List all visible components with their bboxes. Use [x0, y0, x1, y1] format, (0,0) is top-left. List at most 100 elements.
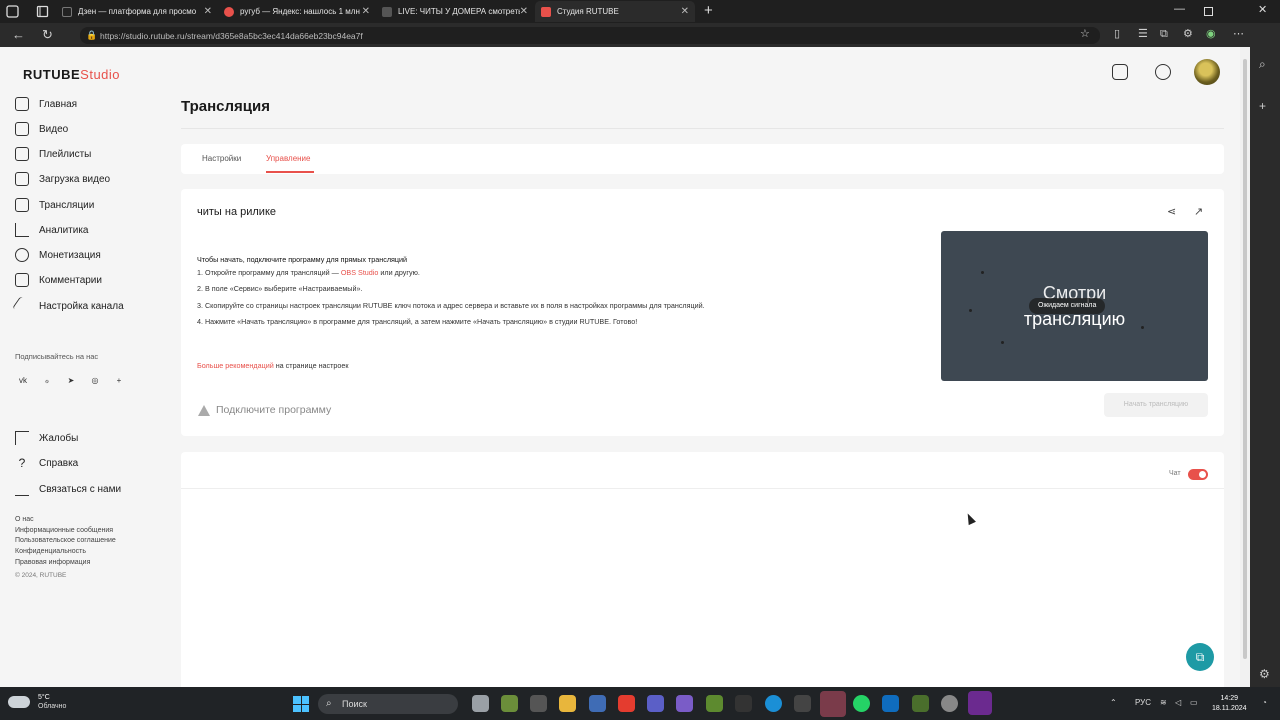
close-window-button[interactable]: ✕ [1258, 3, 1267, 16]
start-button[interactable] [293, 696, 309, 712]
search-icon[interactable]: ⌕ [1259, 57, 1266, 72]
edge-icon[interactable] [765, 695, 782, 712]
tab-close-icon[interactable]: ✕ [520, 6, 528, 17]
taskbar-search[interactable]: ⌕ Поиск [318, 694, 458, 714]
sidebar-item-comments[interactable]: Комментарии [15, 270, 102, 290]
avatar[interactable] [1194, 59, 1220, 85]
address-bar[interactable]: 🔒 https://studio.rutube.ru/stream/d365e8… [80, 27, 1100, 44]
tray-chevron-icon[interactable]: ⌃ [1110, 698, 1117, 707]
sidebar-item-home[interactable]: Главная [15, 94, 77, 114]
browser-tab[interactable]: Дзен — платформа для просмо ✕ [56, 1, 218, 22]
sidebar-item-streams[interactable]: Трансляции [15, 195, 94, 215]
sidebar-item-playlists[interactable]: Плейлисты [15, 144, 91, 164]
more-socials-icon[interactable]: + [111, 372, 127, 388]
app-icon[interactable] [794, 695, 811, 712]
new-tab-button[interactable]: + [704, 2, 713, 19]
tab-management[interactable]: Управление [266, 154, 310, 163]
sidebar-item-help[interactable]: ? Справка [15, 453, 79, 473]
sidebar-item-label: Монетизация [39, 249, 101, 261]
start-stream-button[interactable]: Начать трансляцию [1104, 393, 1208, 417]
minecraft-icon[interactable] [501, 695, 518, 712]
sidebar-item-upload[interactable]: Загрузка видео [15, 169, 110, 189]
volume-icon[interactable]: ◁ [1175, 698, 1181, 707]
back-button[interactable]: ← [12, 27, 25, 42]
lang-label[interactable]: РУС [1135, 698, 1151, 707]
footer-link[interactable]: Правовая информация [15, 558, 116, 569]
favorites-icon[interactable]: ☰ [1138, 28, 1150, 40]
settings-app-icon[interactable] [589, 695, 606, 712]
external-link-icon[interactable]: ↗ [1194, 206, 1206, 218]
more-menu-icon[interactable]: ⋯ [1233, 28, 1245, 40]
chat-toggle[interactable] [1188, 469, 1208, 480]
share-icon[interactable]: ⋖ [1167, 206, 1179, 218]
teams-icon[interactable] [647, 695, 664, 712]
refresh-button[interactable]: ↻ [42, 27, 53, 43]
media-app-icon[interactable] [968, 691, 992, 715]
sidebar-item-channel-settings[interactable]: Настройка канала [12, 296, 124, 316]
browser-tab[interactable]: ругуб — Яндекс: нашлось 1 млн ✕ [218, 1, 376, 22]
app-icon[interactable] [735, 695, 752, 712]
weather-widget[interactable]: 5°C Облачно [8, 693, 66, 711]
more-recommendations-link[interactable]: Больше рекомендаций [197, 361, 274, 370]
footer-link[interactable]: О нас [15, 515, 116, 526]
sidebar-item-videos[interactable]: Видео [15, 119, 68, 139]
scrollbar-thumb[interactable] [1243, 59, 1247, 659]
tab-settings[interactable]: Настройки [202, 154, 241, 163]
whatsapp-icon[interactable] [853, 695, 870, 712]
help-chat-button[interactable]: ⧉ [1186, 643, 1214, 671]
minecraft-launcher-icon[interactable] [706, 695, 723, 712]
workspaces-icon[interactable] [36, 5, 49, 18]
analytics-icon [15, 223, 29, 237]
task-view-icon[interactable] [472, 695, 489, 712]
browser-tab-active[interactable]: Студия RUTUBE ✕ [535, 1, 695, 22]
cloud-icon [8, 696, 30, 708]
create-icon[interactable] [1112, 64, 1128, 80]
favorite-star-icon[interactable]: ☆ [1080, 28, 1092, 40]
vk-icon[interactable]: vk [15, 372, 31, 388]
sidebar-item-label: Справка [39, 457, 79, 469]
sidebar-item-analytics[interactable]: Аналитика [15, 220, 89, 240]
split-screen-icon[interactable]: ▯ [1114, 28, 1126, 40]
app-icon[interactable] [941, 695, 958, 712]
sidebar-item-label: Настройка канала [39, 300, 124, 312]
telegram-icon[interactable]: ➤ [63, 372, 79, 388]
app-icon[interactable] [912, 695, 929, 712]
app-icon[interactable] [676, 695, 693, 712]
sidebar-item-complaints[interactable]: Жалобы [15, 428, 78, 448]
battery-icon[interactable]: ▭ [1190, 698, 1198, 707]
sidebar-item-monetization[interactable]: Монетизация [15, 245, 101, 265]
ok-icon[interactable]: ℴ [39, 372, 55, 388]
page-scrollbar[interactable] [1240, 47, 1250, 687]
sidebar-item-contact[interactable]: Связаться с нами [15, 479, 121, 499]
notifications-center-icon[interactable]: ◔ [1262, 698, 1267, 707]
settings-icon[interactable]: ⚙ [1259, 667, 1270, 681]
footer-link[interactable]: Информационные сообщения [15, 526, 116, 537]
system-clock[interactable]: 14:29 18.11.2024 [1212, 694, 1247, 714]
file-explorer-icon[interactable] [559, 695, 576, 712]
warning-icon [198, 404, 210, 416]
minimize-button[interactable]: — [1174, 3, 1185, 15]
window-menu-icon[interactable] [6, 5, 19, 18]
notifications-icon[interactable] [1155, 64, 1171, 80]
collections-icon[interactable]: ⧉ [1160, 28, 1172, 40]
upload-icon [15, 172, 29, 186]
tab-close-icon[interactable]: ✕ [681, 6, 689, 17]
browser-tab[interactable]: LIVE: ЧИТЫ У ДОМЕРА смотреть ✕ [376, 1, 534, 22]
wifi-icon[interactable]: ≋ [1160, 698, 1167, 707]
obs-studio-link[interactable]: OBS Studio [341, 268, 379, 277]
tab-close-icon[interactable]: ✕ [204, 6, 212, 17]
tab-close-icon[interactable]: ✕ [362, 6, 370, 17]
maximize-button[interactable] [1204, 7, 1213, 16]
yandex-icon[interactable] [618, 695, 635, 712]
rutube-studio-logo[interactable]: RUTUBEStudio [23, 67, 120, 82]
rutube-app-icon[interactable] [820, 691, 846, 717]
add-icon[interactable]: + [1259, 99, 1266, 113]
viber-icon[interactable]: ◎ [87, 372, 103, 388]
copilot-icon[interactable]: ◉ [1206, 28, 1218, 40]
extensions-icon[interactable]: ⚙ [1183, 28, 1195, 40]
footer-link[interactable]: Конфиденциальность [15, 547, 116, 558]
outlook-icon[interactable] [882, 695, 899, 712]
footer-link[interactable]: Пользовательское соглашение [15, 536, 116, 547]
game-app-icon[interactable] [530, 695, 547, 712]
temperature: 5°C [38, 694, 50, 701]
